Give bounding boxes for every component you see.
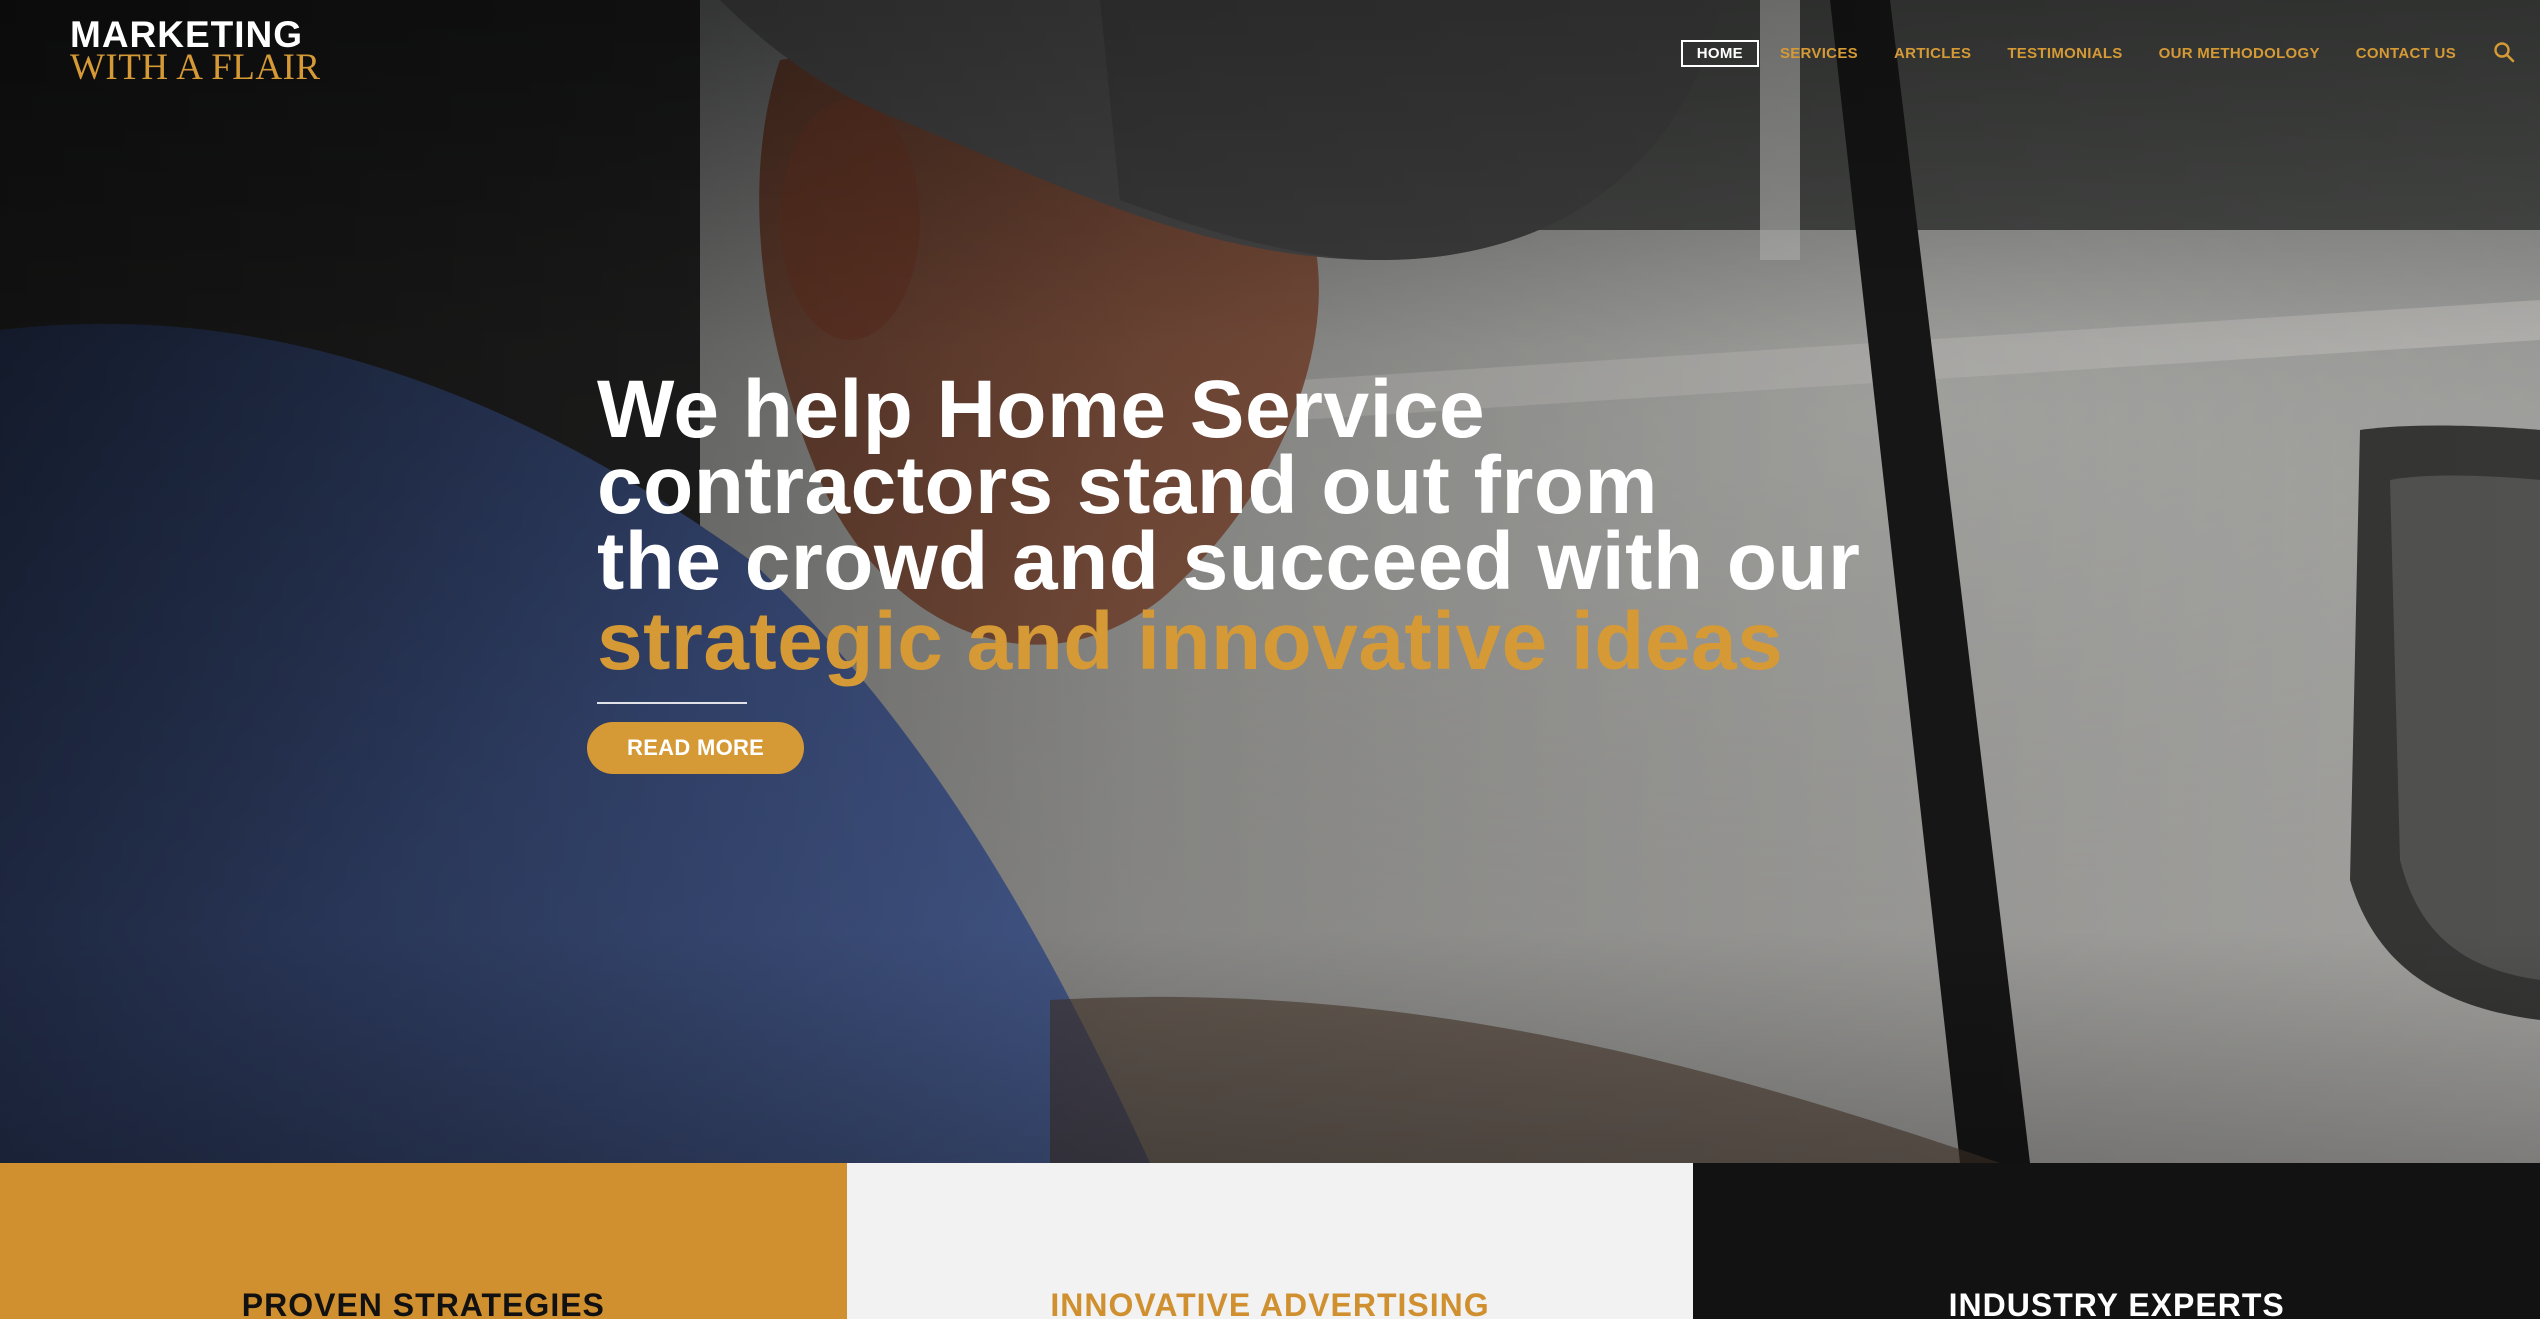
- feature-title: INDUSTRY EXPERTS: [1948, 1287, 2285, 1319]
- main-nav: HOME SERVICES ARTICLES TESTIMONIALS OUR …: [1678, 38, 2540, 68]
- feature-title: INNOVATIVE ADVERTISING: [1050, 1287, 1490, 1319]
- page: MARKETING WITH A FLAIR HOME SERVICES ART…: [0, 0, 2540, 1319]
- headline-accent: strategic and innovative ideas: [597, 596, 1784, 687]
- logo-line-2: WITH A FLAIR: [70, 47, 321, 88]
- feature-industry-experts: INDUSTRY EXPERTS: [1693, 1163, 2540, 1319]
- nav-item-testimonials[interactable]: TESTIMONIALS: [1992, 41, 2137, 66]
- search-icon[interactable]: [2492, 40, 2518, 66]
- headline-line-2: contractors stand out from: [597, 440, 1658, 531]
- nav-item-services[interactable]: SERVICES: [1765, 41, 1873, 66]
- feature-title: PROVEN STRATEGIES: [241, 1287, 605, 1319]
- feature-proven-strategies: PROVEN STRATEGIES: [0, 1163, 847, 1319]
- nav-item-our-methodology[interactable]: OUR METHODOLOGY: [2144, 41, 2335, 66]
- headline-divider: [597, 702, 747, 704]
- headline-line-3: the crowd and succeed with our: [597, 516, 1861, 607]
- nav-item-home[interactable]: HOME: [1680, 39, 1759, 67]
- headline-line-1: We help Home Service: [597, 364, 1486, 455]
- nav-item-articles[interactable]: ARTICLES: [1879, 41, 1986, 66]
- features-strip: PROVEN STRATEGIES INNOVATIVE ADVERTISING…: [0, 1163, 2540, 1319]
- feature-innovative-advertising: INNOVATIVE ADVERTISING: [846, 1163, 1694, 1319]
- read-more-button[interactable]: READ MORE: [587, 722, 805, 774]
- hero-headline: We help Home Service contractors stand o…: [597, 364, 2097, 687]
- site-header: MARKETING WITH A FLAIR HOME SERVICES ART…: [0, 0, 2540, 110]
- hero-content: We help Home Service contractors stand o…: [587, 364, 2097, 774]
- site-logo[interactable]: MARKETING WITH A FLAIR: [70, 16, 320, 86]
- hero-section: MARKETING WITH A FLAIR HOME SERVICES ART…: [0, 0, 2540, 1163]
- nav-item-contact-us[interactable]: CONTACT US: [2341, 41, 2471, 66]
